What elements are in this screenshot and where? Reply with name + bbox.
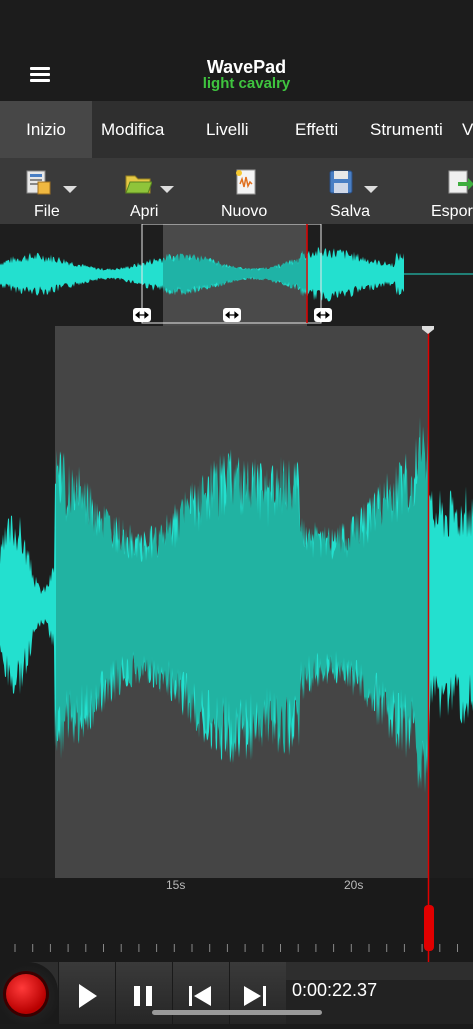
file-name: light cavalry xyxy=(202,75,291,92)
ribbon-tabs: Inizio Modifica Livelli Effetti Strument… xyxy=(0,101,473,158)
tab-modifica[interactable]: Modifica xyxy=(101,101,164,158)
tab-livelli[interactable]: Livelli xyxy=(206,101,249,158)
home-indicator xyxy=(152,1010,322,1015)
save-label: Salva xyxy=(330,203,371,220)
tab-more[interactable]: V xyxy=(462,101,473,158)
app-header: WavePad light cavalry xyxy=(0,0,473,101)
export-icon xyxy=(448,170,473,194)
chevron-down-icon xyxy=(160,186,174,193)
tab-strumenti[interactable]: Strumenti xyxy=(370,101,443,158)
tab-effetti[interactable]: Effetti xyxy=(295,101,338,158)
new-document-icon xyxy=(236,169,256,195)
resize-handle-right[interactable] xyxy=(314,308,332,322)
timeline-ruler[interactable]: 15s 20s xyxy=(0,878,473,968)
file-label: File xyxy=(34,203,60,220)
play-icon xyxy=(79,984,97,1008)
new-button[interactable]: Nuovo xyxy=(218,158,278,224)
chevron-down-icon xyxy=(364,186,378,193)
save-button[interactable]: Salva xyxy=(325,158,389,224)
main-waveform[interactable] xyxy=(0,326,473,878)
ribbon-toolbar: File Apri Nuovo Salva Espor xyxy=(0,158,473,225)
resize-handle-center[interactable] xyxy=(223,308,241,322)
file-button[interactable]: File xyxy=(18,158,82,224)
open-label: Apri xyxy=(130,203,159,220)
resize-handle-left[interactable] xyxy=(133,308,151,322)
overview-waveform[interactable] xyxy=(0,224,473,326)
time-readout: 0:00:22.37 xyxy=(292,980,378,1000)
open-folder-icon xyxy=(125,175,152,194)
new-label: Nuovo xyxy=(221,203,268,220)
open-button[interactable]: Apri xyxy=(118,158,182,224)
file-icon xyxy=(26,170,51,195)
play-button[interactable] xyxy=(58,962,115,1024)
record-button[interactable] xyxy=(0,962,58,1024)
export-button[interactable]: Espor xyxy=(428,158,473,224)
tab-inizio[interactable]: Inizio xyxy=(0,101,92,158)
record-icon xyxy=(6,974,46,1014)
save-disk-icon xyxy=(329,170,353,194)
export-label: Espor xyxy=(431,203,473,220)
chevron-down-icon xyxy=(63,186,77,193)
